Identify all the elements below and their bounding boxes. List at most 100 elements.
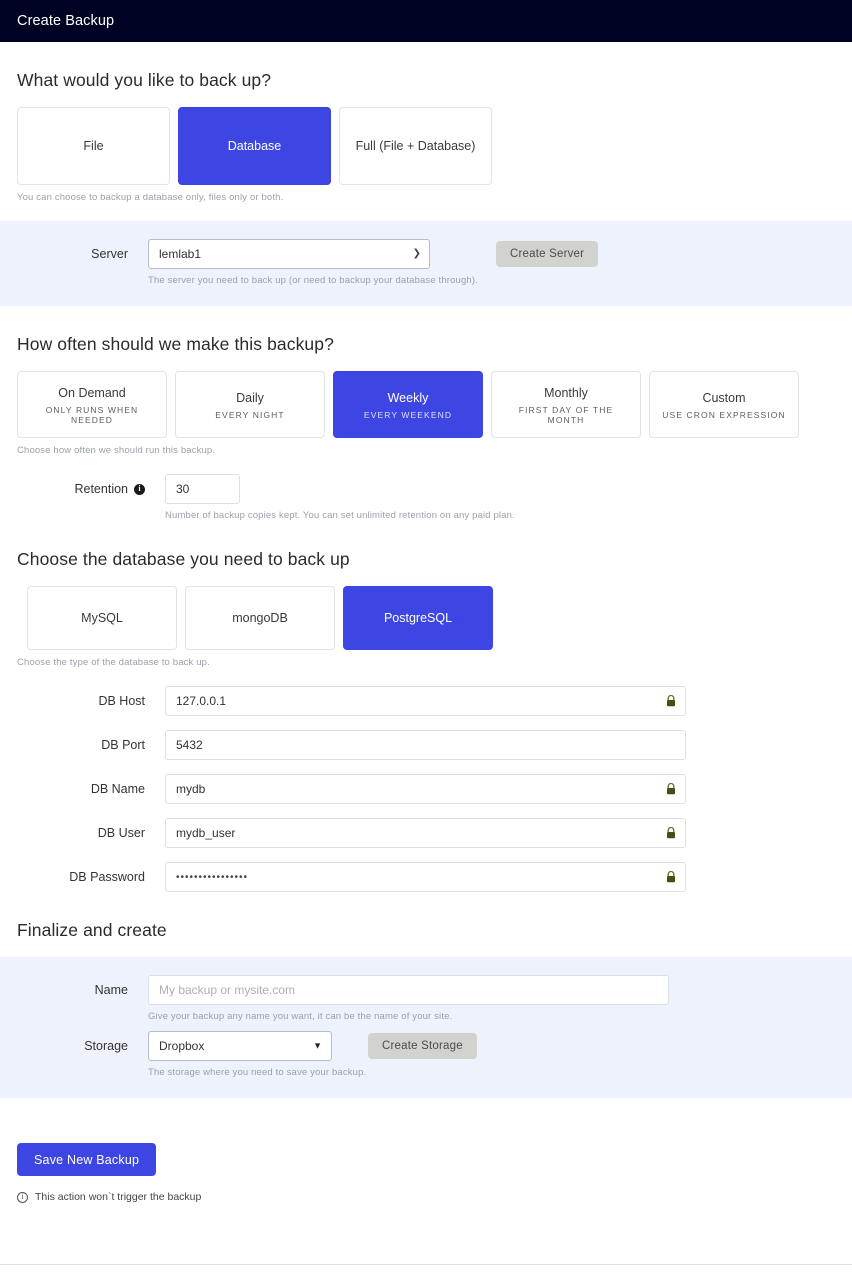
db-password-control: •••••••••••••••• <box>165 862 835 892</box>
backup-type-option-full[interactable]: Full (File + Database) <box>339 107 492 185</box>
db-name-control: mydb <box>165 774 835 804</box>
database-fields: DB Host 127.0.0.1 DB Port 5432 DB Name m… <box>17 686 835 892</box>
finalize-section: Finalize and create <box>0 892 852 957</box>
create-server-button[interactable]: Create Server <box>496 241 599 267</box>
lock-icon <box>667 783 675 795</box>
lock-icon <box>667 871 675 883</box>
footer-note: i This action won`t trigger the backup <box>17 1191 835 1203</box>
storage-select-value: Dropbox <box>159 1039 205 1053</box>
db-name-row: DB Name mydb <box>17 774 835 804</box>
frequency-heading: How often should we make this backup? <box>17 334 334 354</box>
db-host-label: DB Host <box>98 694 145 708</box>
db-host-control: 127.0.0.1 <box>165 686 835 716</box>
db-name-input[interactable]: mydb <box>165 774 686 804</box>
frequency-option-label: On Demand <box>58 385 126 400</box>
info-icon[interactable]: i <box>134 483 145 495</box>
frequency-option-sub: FIRST DAY OF THE MONTH <box>518 404 614 425</box>
storage-helper: The storage where you need to save your … <box>148 1067 367 1078</box>
db-port-value: 5432 <box>176 738 203 752</box>
db-password-input[interactable]: •••••••••••••••• <box>165 862 686 892</box>
bottom-divider <box>0 1264 852 1265</box>
name-control: My backup or mysite.com Give your backup… <box>148 975 852 1022</box>
name-helper: Give your backup any name you want, it c… <box>148 1011 453 1022</box>
storage-select[interactable]: Dropbox ▼ <box>148 1031 332 1061</box>
database-helper: Choose the type of the database to back … <box>17 657 210 668</box>
backup-type-option-label: Full (File + Database) <box>355 138 476 153</box>
retention-control: 30 Number of backup copies kept. You can… <box>165 474 835 521</box>
frequency-option-weekly[interactable]: Weekly EVERY WEEKEND <box>333 371 483 438</box>
db-user-control: mydb_user <box>165 818 835 848</box>
frequency-option-label: Weekly <box>387 390 429 405</box>
backup-type-section: What would you like to back up? File Dat… <box>0 42 852 203</box>
server-control: lemlab1 ❯ Create Server The server you n… <box>148 239 852 286</box>
create-backup-page: Create Backup What would you like to bac… <box>0 0 852 1273</box>
frequency-option-sub: ONLY RUNS WHEN NEEDED <box>45 404 139 425</box>
db-user-value: mydb_user <box>176 826 236 840</box>
frequency-option-sub: EVERY WEEKEND <box>363 409 453 420</box>
storage-row: Storage Dropbox ▼ Create Storage The sto… <box>0 1031 852 1078</box>
server-panel: Server lemlab1 ❯ Create Server The serve… <box>0 221 852 306</box>
retention-value: 30 <box>176 482 190 496</box>
server-select[interactable]: lemlab1 ❯ <box>148 239 430 269</box>
retention-row: Retention i 30 Number of backup copies k… <box>17 474 835 521</box>
name-input[interactable]: My backup or mysite.com <box>148 975 669 1005</box>
server-helper: The server you need to back up (or need … <box>148 275 478 286</box>
backup-type-option-label: File <box>83 138 104 153</box>
frequency-helper: Choose how often we should run this back… <box>17 445 216 456</box>
name-row: Name My backup or mysite.com Give your b… <box>0 975 852 1022</box>
footer-section: Save New Backup i This action won`t trig… <box>0 1098 852 1203</box>
footer-note-text: This action won`t trigger the backup <box>35 1191 202 1203</box>
db-host-value: 127.0.0.1 <box>176 694 227 708</box>
page-title: Create Backup <box>17 13 115 29</box>
storage-label: Storage <box>84 1039 128 1053</box>
db-name-label: DB Name <box>90 782 145 796</box>
app-header: Create Backup <box>0 0 852 42</box>
db-port-label: DB Port <box>101 738 145 752</box>
backup-type-options: File Database Full (File + Database) <box>17 107 835 185</box>
storage-control: Dropbox ▼ Create Storage The storage whe… <box>148 1031 852 1078</box>
database-option-postgresql[interactable]: PostgreSQL <box>343 586 493 650</box>
retention-label-wrap: Retention i <box>17 474 165 504</box>
backup-type-helper: You can choose to backup a database only… <box>17 192 284 203</box>
database-options: MySQL mongoDB PostgreSQL <box>27 586 835 650</box>
frequency-option-sub: USE CRON EXPRESSION <box>662 409 786 420</box>
backup-type-option-file[interactable]: File <box>17 107 170 185</box>
lock-icon <box>667 695 675 707</box>
database-option-label: MySQL <box>81 610 123 625</box>
frequency-option-monthly[interactable]: Monthly FIRST DAY OF THE MONTH <box>491 371 641 438</box>
chevron-down-icon: ❯ <box>412 248 421 259</box>
db-user-input[interactable]: mydb_user <box>165 818 686 848</box>
db-password-label: DB Password <box>69 870 145 884</box>
frequency-options: On Demand ONLY RUNS WHEN NEEDED Daily EV… <box>17 371 835 438</box>
db-user-label: DB User <box>97 826 145 840</box>
info-circle-icon: i <box>17 1191 28 1203</box>
frequency-option-daily[interactable]: Daily EVERY NIGHT <box>175 371 325 438</box>
frequency-option-label: Custom <box>702 390 746 405</box>
backup-type-option-database[interactable]: Database <box>178 107 331 185</box>
triangle-down-icon: ▼ <box>313 1040 322 1051</box>
db-host-input[interactable]: 127.0.0.1 <box>165 686 686 716</box>
lock-icon <box>667 827 675 839</box>
database-option-mysql[interactable]: MySQL <box>27 586 177 650</box>
retention-label: Retention <box>74 482 128 496</box>
save-new-backup-button[interactable]: Save New Backup <box>17 1143 157 1176</box>
database-section: Choose the database you need to back up … <box>0 521 852 892</box>
db-port-input[interactable]: 5432 <box>165 730 686 760</box>
database-option-label: mongoDB <box>232 610 288 625</box>
frequency-option-on-demand[interactable]: On Demand ONLY RUNS WHEN NEEDED <box>17 371 167 438</box>
retention-helper: Number of backup copies kept. You can se… <box>165 510 515 521</box>
finalize-heading: Finalize and create <box>17 920 167 940</box>
db-host-row: DB Host 127.0.0.1 <box>17 686 835 716</box>
database-option-mongodb[interactable]: mongoDB <box>185 586 335 650</box>
server-label: Server <box>91 247 128 261</box>
frequency-section: How often should we make this backup? On… <box>0 306 852 521</box>
frequency-option-label: Monthly <box>544 385 588 400</box>
create-storage-button[interactable]: Create Storage <box>368 1033 477 1059</box>
retention-input[interactable]: 30 <box>165 474 240 504</box>
backup-type-heading: What would you like to back up? <box>17 70 272 90</box>
db-user-row: DB User mydb_user <box>17 818 835 848</box>
name-label: Name <box>94 983 128 997</box>
db-password-value: •••••••••••••••• <box>176 871 249 883</box>
frequency-option-custom[interactable]: Custom USE CRON EXPRESSION <box>649 371 799 438</box>
frequency-option-sub: EVERY NIGHT <box>215 409 285 420</box>
